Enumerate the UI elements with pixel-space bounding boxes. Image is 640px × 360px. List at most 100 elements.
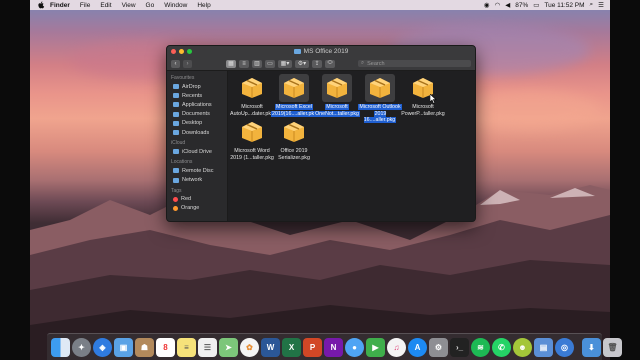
appstore-icon[interactable]: A <box>408 337 427 357</box>
messages-icon[interactable]: ● <box>345 337 364 357</box>
column-view-button[interactable]: ▥ <box>252 59 262 68</box>
excel-icon[interactable]: X <box>282 337 301 357</box>
share-icon: ⇪ <box>314 61 320 67</box>
file-name-line2: PowerP...taller.pkg <box>401 110 445 117</box>
file-name-line2: Serializer.pkg <box>278 154 310 161</box>
gallery-view-button[interactable]: ▭ <box>265 59 275 68</box>
tags-button[interactable]: ⬭ <box>325 59 335 68</box>
onenote-icon[interactable]: N <box>324 337 343 357</box>
share-button[interactable]: ⇪ <box>312 59 322 68</box>
menu-file[interactable]: File <box>75 2 95 9</box>
facetime-icon[interactable]: ▶ <box>366 337 385 357</box>
zoom-button[interactable] <box>187 49 192 54</box>
sidebar-item-documents[interactable]: Documents <box>167 110 227 119</box>
spotlight-icon[interactable]: ⌕ <box>590 1 594 9</box>
contacts-icon[interactable]: ☗ <box>135 337 154 357</box>
package-icon <box>370 77 390 98</box>
file-item[interactable]: Microsoft Word 2019 (1...taller.pkg <box>229 118 275 161</box>
applications-icon <box>173 102 179 108</box>
menu-view[interactable]: View <box>117 2 141 9</box>
apple-menu-icon[interactable] <box>38 1 45 9</box>
sidebar-tag-orange[interactable]: Orange <box>167 204 227 213</box>
spotify-icon[interactable]: ≋ <box>471 337 490 357</box>
android-icon[interactable]: ☻ <box>513 337 532 357</box>
back-button[interactable]: ‹ <box>171 59 180 68</box>
gallery-icon: ▭ <box>267 61 273 67</box>
right-letterbox <box>610 0 640 360</box>
group-grid-icon: ▦▾ <box>280 61 290 67</box>
icon-view-button[interactable]: ▦ <box>226 59 236 68</box>
minimize-button[interactable] <box>179 49 184 54</box>
itunes-icon[interactable]: ♫ <box>387 337 406 357</box>
list-view-button[interactable]: ≡ <box>239 59 249 68</box>
sidebar-item-remote-disc[interactable]: Remote Disc <box>167 166 227 175</box>
screen-record-icon[interactable]: ◉ <box>484 1 490 9</box>
menu-finder[interactable]: Finder <box>45 2 75 9</box>
sidebar-item-label: Remote Disc <box>182 167 214 174</box>
calendar-icon[interactable]: 8 <box>156 337 175 357</box>
photos-icon[interactable]: ✿ <box>240 337 259 357</box>
window-titlebar[interactable]: MS Office 2019 <box>167 46 475 57</box>
menu-go[interactable]: Go <box>141 2 160 9</box>
safari-icon[interactable]: ◈ <box>93 337 112 357</box>
package-icon <box>284 121 304 142</box>
notification-center-icon[interactable]: ☰ <box>598 1 604 9</box>
list-icon: ≡ <box>242 60 246 67</box>
search-field[interactable]: ⌕ Search <box>358 60 471 67</box>
finder-sidebar: Favourites AirDrop Recents Applications … <box>167 71 228 221</box>
clock[interactable]: Tue 11:52 PM <box>544 2 584 9</box>
battery-icon[interactable]: ▭ <box>533 1 539 9</box>
sidebar-item-desktop[interactable]: Desktop <box>167 119 227 128</box>
volume-icon[interactable]: ◀ <box>505 1 510 9</box>
file-item-selected[interactable]: Microsoft OneNot...taller.pkg <box>314 74 360 117</box>
close-button[interactable] <box>171 49 176 54</box>
powerpoint-icon[interactable]: P <box>303 337 322 357</box>
airdrop-icon <box>173 84 179 90</box>
maps-icon[interactable]: ➤ <box>219 337 238 357</box>
sidebar-header-favourites: Favourites <box>171 75 195 81</box>
file-item[interactable]: Office 2019 Serializer.pkg <box>271 118 317 161</box>
utility-icon[interactable]: ▤ <box>534 337 553 357</box>
forward-button[interactable]: › <box>183 59 192 68</box>
sidebar-item-downloads[interactable]: Downloads <box>167 128 227 137</box>
battery-percent[interactable]: 87% <box>515 2 528 9</box>
file-name-line1: Microsoft <box>241 104 263 110</box>
preview-icon[interactable]: ▣ <box>114 337 133 357</box>
file-item[interactable]: Microsoft PowerP...taller.pkg <box>400 74 446 117</box>
finder-icon[interactable] <box>51 337 70 357</box>
whatsapp-icon[interactable]: ✆ <box>492 337 511 357</box>
file-name-line2: 2019 16....aller.pkg <box>363 110 397 123</box>
clock-icon <box>173 93 179 99</box>
wifi-icon[interactable]: ◠ <box>495 1 501 9</box>
notes-icon[interactable]: ≡ <box>177 337 196 357</box>
menu-help[interactable]: Help <box>192 2 215 9</box>
network-icon[interactable]: ◎ <box>555 337 574 357</box>
file-name-line1: Microsoft <box>325 104 349 110</box>
launchpad-icon[interactable]: ✦ <box>72 337 91 357</box>
file-item[interactable]: Microsoft AutoUp...dater.pkg <box>229 74 275 117</box>
sidebar-item-network[interactable]: Network <box>167 176 227 185</box>
terminal-icon[interactable]: ›_ <box>450 337 469 357</box>
sidebar-tag-red[interactable]: Red <box>167 195 227 204</box>
downloads-stack-icon[interactable]: ⬇ <box>582 337 601 357</box>
document-icon <box>173 111 179 117</box>
menu-window[interactable]: Window <box>159 2 192 9</box>
group-button[interactable]: ▦▾ <box>278 59 292 68</box>
search-placeholder: Search <box>367 60 385 67</box>
trash-icon[interactable]: 🗑 <box>603 337 622 357</box>
sidebar-item-label: Documents <box>182 111 210 118</box>
reminders-icon[interactable]: ☰ <box>198 337 217 357</box>
file-item-selected[interactable]: Microsoft Outlook 2019 16....aller.pkg <box>357 74 403 124</box>
sidebar-item-icloud-drive[interactable]: iCloud Drive <box>167 147 227 156</box>
word-icon[interactable]: W <box>261 337 280 357</box>
system-preferences-icon[interactable]: ⚙ <box>429 337 448 357</box>
action-button[interactable]: ⚙▾ <box>295 59 309 68</box>
sidebar-item-recents[interactable]: Recents <box>167 91 227 100</box>
package-icon <box>284 77 304 98</box>
globe-icon <box>173 177 179 183</box>
sidebar-item-applications[interactable]: Applications <box>167 100 227 109</box>
file-item-selected[interactable]: Microsoft Excel 2019(16....aller.pkg <box>271 74 319 117</box>
menu-edit[interactable]: Edit <box>95 2 116 9</box>
sidebar-item-label: iCloud Drive <box>182 148 212 155</box>
sidebar-item-airdrop[interactable]: AirDrop <box>167 82 227 91</box>
